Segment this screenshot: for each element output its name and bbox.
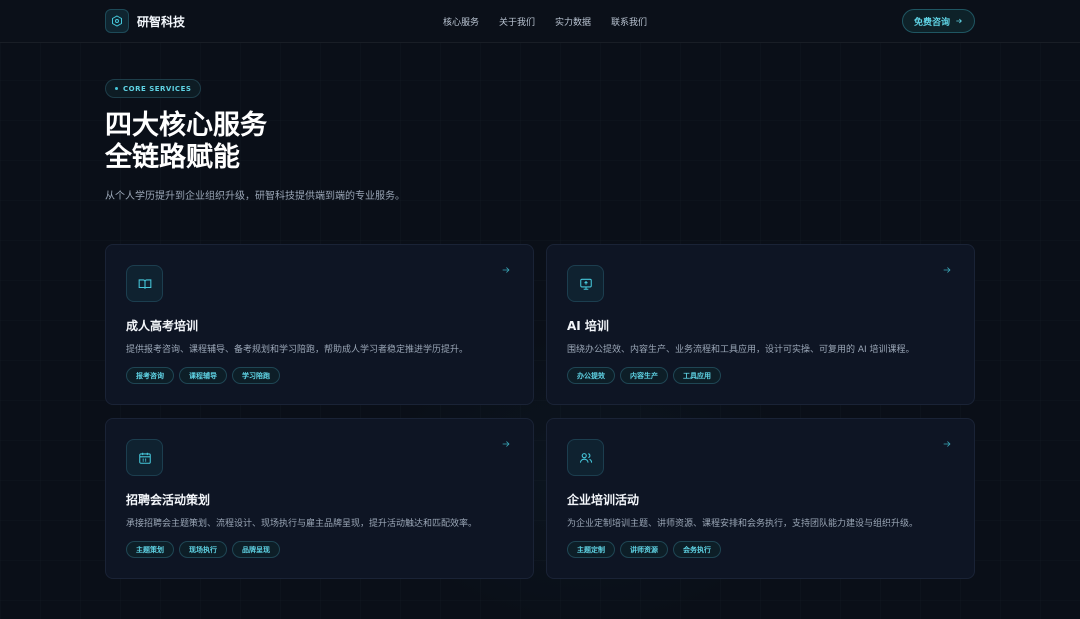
- section-badge: CORE SERVICES: [105, 79, 202, 98]
- section-subtitle: 从个人学历提升到企业组织升级，研智科技提供端到端的专业服务。: [105, 191, 405, 202]
- brand-logo[interactable]: 研智科技: [105, 9, 185, 33]
- nav-link-services[interactable]: 核心服务: [443, 15, 479, 28]
- tag: 报考咨询: [126, 367, 174, 384]
- nav-link-stats[interactable]: 实力数据: [555, 15, 591, 28]
- card-description: 提供报考咨询、课程辅导、备考规划和学习陪跑，帮助成人学习者稳定推进学历提升。: [126, 345, 469, 355]
- nav-link-about[interactable]: 关于我们: [499, 15, 535, 28]
- card-title: AI 培训: [567, 319, 609, 333]
- arrow-right-icon[interactable]: [942, 265, 952, 275]
- card-tags: 主题策划 现场执行 品牌呈现: [126, 541, 280, 558]
- nav-links: 核心服务 关于我们 实力数据 联系我们: [443, 15, 647, 28]
- arrow-right-icon[interactable]: [942, 439, 952, 449]
- calendar-icon: [126, 439, 163, 476]
- section-badge-label: CORE SERVICES: [123, 84, 192, 93]
- section-title: 四大核心服务 全链路赋能: [105, 110, 267, 174]
- tag: 主题定制: [567, 541, 615, 558]
- top-nav: 研智科技 核心服务 关于我们 实力数据 联系我们 免费咨询: [0, 0, 1080, 43]
- section-title-line2: 全链路赋能: [105, 142, 240, 173]
- tag: 现场执行: [179, 541, 227, 558]
- tag: 内容生产: [620, 367, 668, 384]
- monitor-upload-icon: [567, 265, 604, 302]
- card-description: 承接招聘会主题策划、流程设计、现场执行与雇主品牌呈现，提升活动触达和匹配效率。: [126, 519, 478, 529]
- free-consult-label: 免费咨询: [913, 17, 950, 28]
- users-icon: [567, 439, 604, 476]
- arrow-right-icon: [956, 18, 962, 24]
- free-consult-button[interactable]: 免费咨询: [902, 9, 975, 33]
- card-title: 成人高考培训: [126, 319, 199, 333]
- tag: 工具应用: [673, 367, 721, 384]
- tag: 品牌呈现: [232, 541, 280, 558]
- tag: 主题策划: [126, 541, 174, 558]
- tag: 课程辅导: [179, 367, 227, 384]
- service-card-job-fair[interactable]: 招聘会活动策划 承接招聘会主题策划、流程设计、现场执行与雇主品牌呈现，提升活动触…: [105, 418, 534, 579]
- tag: 会务执行: [673, 541, 721, 558]
- card-description: 围绕办公提效、内容生产、业务流程和工具应用，设计可实操、可复用的 AI 培训课程…: [567, 345, 915, 355]
- card-tags: 办公提效 内容生产 工具应用: [567, 367, 721, 384]
- book-open-icon: [126, 265, 163, 302]
- card-title: 招聘会活动策划: [126, 493, 211, 507]
- arrow-right-icon[interactable]: [501, 439, 511, 449]
- hexagon-icon: [105, 9, 129, 33]
- card-tags: 报考咨询 课程辅导 学习陪跑: [126, 367, 280, 384]
- card-description: 为企业定制培训主题、讲师资源、课程安排和会务执行，支持团队能力建设与组织升级。: [567, 519, 919, 529]
- card-tags: 主题定制 讲师资源 会务执行: [567, 541, 721, 558]
- tag: 办公提效: [567, 367, 615, 384]
- tag: 讲师资源: [620, 541, 668, 558]
- service-card-ai-training[interactable]: AI 培训 围绕办公提效、内容生产、业务流程和工具应用，设计可实操、可复用的 A…: [546, 244, 975, 405]
- section-title-line1: 四大核心服务: [105, 110, 267, 141]
- card-title: 企业培训活动: [567, 493, 640, 507]
- nav-link-contact[interactable]: 联系我们: [611, 15, 647, 28]
- tag: 学习陪跑: [232, 367, 280, 384]
- service-card-adult-exam[interactable]: 成人高考培训 提供报考咨询、课程辅导、备考规划和学习陪跑，帮助成人学习者稳定推进…: [105, 244, 534, 405]
- service-card-corporate-training[interactable]: 企业培训活动 为企业定制培训主题、讲师资源、课程安排和会务执行，支持团队能力建设…: [546, 418, 975, 579]
- dot-icon: [115, 87, 118, 90]
- brand-name: 研智科技: [137, 14, 186, 29]
- arrow-right-icon[interactable]: [501, 265, 511, 275]
